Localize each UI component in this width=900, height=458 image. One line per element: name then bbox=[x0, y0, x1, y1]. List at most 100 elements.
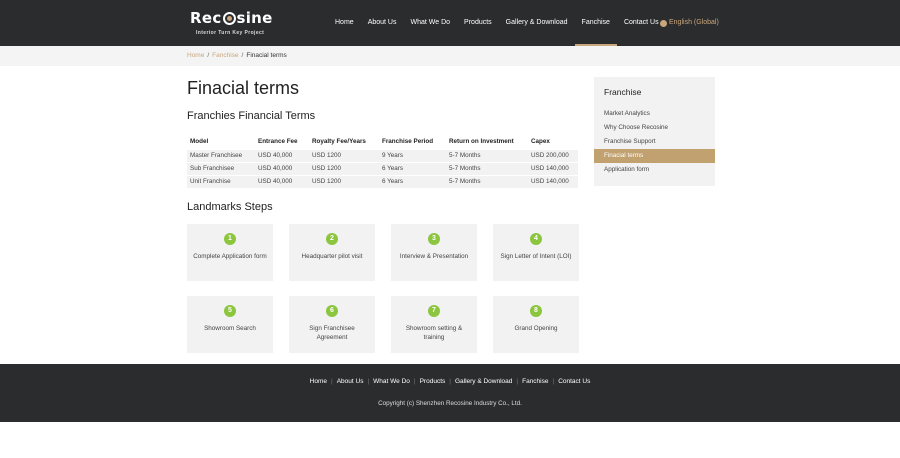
table-cell: 9 Years bbox=[382, 152, 404, 159]
site-header: Rec sine Interior Turn Key Project Home A… bbox=[0, 0, 900, 46]
footer-link-fanchise[interactable]: Fanchise bbox=[522, 378, 548, 385]
franchise-sidebar: Franchise Market Analytics Why Choose Re… bbox=[594, 77, 715, 186]
step-card: 3 Interview & Presentation bbox=[391, 224, 477, 281]
table-cell: USD 1200 bbox=[312, 178, 342, 186]
sidebar-item-application-form[interactable]: Application form bbox=[594, 163, 715, 177]
table-header-row: Model Entrance Fee Royalty Fee/Years Fra… bbox=[187, 134, 578, 149]
table-cell: USD 140,000 bbox=[531, 178, 569, 186]
breadcrumb: Home / Fanchise / Finacial terms bbox=[187, 46, 287, 66]
column-header: Entrance Fee bbox=[258, 137, 298, 145]
footer-separator: | bbox=[552, 378, 555, 385]
page-title: Finacial terms bbox=[187, 78, 300, 98]
table-cell: USD 200,000 bbox=[531, 152, 569, 159]
table-cell: 5-7 Months bbox=[449, 178, 481, 186]
step-card: 7 Showroom setting & training bbox=[391, 296, 477, 353]
column-header: Model bbox=[190, 137, 209, 145]
step-label: Sign Franchisee Agreement bbox=[309, 325, 355, 341]
step-label: Showroom Search bbox=[204, 325, 256, 332]
nav-products[interactable]: Products bbox=[457, 0, 499, 46]
column-header: Capex bbox=[531, 137, 550, 145]
landmarks-steps-heading: Landmarks Steps bbox=[187, 201, 273, 213]
footer-separator: | bbox=[516, 378, 519, 385]
column-header: Return on Investment bbox=[449, 137, 514, 145]
nav-home[interactable]: Home bbox=[328, 0, 361, 46]
footer-link-products[interactable]: Products bbox=[420, 378, 446, 385]
footer-link-what-we-do[interactable]: What We Do bbox=[373, 378, 410, 385]
logo-wordmark: Rec sine bbox=[190, 9, 273, 27]
table-cell: 5-7 Months bbox=[449, 152, 481, 159]
globe-icon bbox=[660, 19, 667, 27]
main-nav: Home About Us What We Do Products Galler… bbox=[328, 0, 666, 46]
table-cell: 6 Years bbox=[382, 178, 404, 186]
step-label: Interview & Presentation bbox=[399, 253, 469, 260]
breadcrumb-separator: / bbox=[207, 52, 210, 59]
table-row: Unit Franchise USD 40,000 USD 1200 6 Yea… bbox=[187, 175, 578, 188]
site-logo[interactable]: Rec sine Interior Turn Key Project bbox=[190, 9, 280, 37]
language-selector[interactable]: English (Global) bbox=[660, 0, 719, 46]
table-cell: USD 40,000 bbox=[258, 152, 293, 159]
step-number-badge: 8 bbox=[530, 305, 542, 317]
table-cell: USD 1200 bbox=[312, 152, 342, 159]
table-row: Sub Franchisee USD 40,000 USD 1200 6 Yea… bbox=[187, 162, 578, 175]
nav-what-we-do[interactable]: What We Do bbox=[403, 0, 457, 46]
step-card: 2 Headquarter pilot visit bbox=[289, 224, 375, 281]
table-cell: Unit Franchise bbox=[190, 178, 231, 186]
table-cell: 5-7 Months bbox=[449, 165, 481, 172]
footer-link-contact-us[interactable]: Contact Us bbox=[558, 378, 590, 385]
table-cell: USD 140,000 bbox=[531, 165, 569, 172]
sidebar-item-market-analytics[interactable]: Market Analytics bbox=[594, 107, 715, 121]
step-label: Sign Letter of Intent (LOI) bbox=[500, 253, 572, 260]
step-label: Grand Opening bbox=[514, 325, 558, 332]
breadcrumb-current: Finacial terms bbox=[246, 52, 287, 59]
logo-o-icon bbox=[222, 12, 236, 25]
step-card: 6 Sign Franchisee Agreement bbox=[289, 296, 375, 353]
step-number-badge: 1 bbox=[224, 233, 236, 245]
table-cell: USD 40,000 bbox=[258, 178, 293, 186]
breadcrumb-fanchise[interactable]: Fanchise bbox=[212, 52, 238, 59]
sidebar-item-franchise-support[interactable]: Franchise Support bbox=[594, 135, 715, 149]
footer-link-home[interactable]: Home bbox=[310, 378, 327, 385]
table-cell: Master Franchisee bbox=[190, 152, 243, 159]
table-cell: USD 40,000 bbox=[258, 165, 293, 172]
step-label: Complete Application form bbox=[193, 253, 267, 260]
nav-contact-us[interactable]: Contact Us bbox=[617, 0, 666, 46]
nav-fanchise[interactable]: Fanchise bbox=[574, 0, 618, 46]
step-label: Showroom setting & training bbox=[405, 325, 463, 341]
nav-about-us[interactable]: About Us bbox=[361, 0, 404, 46]
step-card: 1 Complete Application form bbox=[187, 224, 273, 281]
breadcrumb-home[interactable]: Home bbox=[187, 52, 204, 59]
language-label: English (Global) bbox=[669, 19, 719, 26]
financial-terms-table: Model Entrance Fee Royalty Fee/Years Fra… bbox=[187, 134, 578, 188]
table-cell: 6 Years bbox=[382, 165, 404, 172]
copyright-text: Copyright (c) Shenzhen Recosine Industry… bbox=[378, 400, 522, 407]
step-number-badge: 6 bbox=[326, 305, 338, 317]
footer-separator: | bbox=[367, 378, 370, 385]
step-card: 4 Sign Letter of Intent (LOI) bbox=[493, 224, 579, 281]
footer-link-about-us[interactable]: About Us bbox=[337, 378, 364, 385]
sidebar-title: Franchise bbox=[604, 87, 642, 97]
step-label: Headquarter pilot visit bbox=[301, 253, 363, 260]
footer-separator: | bbox=[413, 378, 416, 385]
sidebar-item-finacial-terms[interactable]: Finacial terms bbox=[594, 149, 715, 163]
table-cell: Sub Franchisee bbox=[190, 165, 235, 172]
table-row: Master Franchisee USD 40,000 USD 1200 9 … bbox=[187, 149, 578, 162]
column-header: Franchise Period bbox=[382, 137, 434, 145]
nav-gallery-download[interactable]: Gallery & Download bbox=[499, 0, 575, 46]
logo-tagline: Interior Turn Key Project bbox=[196, 30, 265, 36]
step-number-badge: 4 bbox=[530, 233, 542, 245]
breadcrumb-bar: Home / Fanchise / Finacial terms bbox=[0, 46, 900, 66]
step-number-badge: 5 bbox=[224, 305, 236, 317]
sidebar-item-why-choose-recosine[interactable]: Why Choose Recosine bbox=[594, 121, 715, 135]
footer-nav: Home | About Us | What We Do | Products | Galler… bbox=[0, 378, 900, 385]
footer-separator: | bbox=[331, 378, 333, 385]
step-number-badge: 2 bbox=[326, 233, 338, 245]
step-number-badge: 7 bbox=[428, 305, 440, 317]
sidebar-menu: Market Analytics Why Choose Recosine Fra… bbox=[594, 107, 715, 177]
step-number-badge: 3 bbox=[428, 233, 440, 245]
footer-link-gallery-download[interactable]: Gallery & Download bbox=[455, 378, 512, 385]
table-cell: USD 1200 bbox=[312, 165, 342, 172]
site-footer: Home | About Us | What We Do | Products | Galler… bbox=[0, 364, 900, 422]
breadcrumb-separator: / bbox=[241, 52, 244, 59]
step-card: 5 Showroom Search bbox=[187, 296, 273, 353]
column-header: Royalty Fee/Years bbox=[312, 137, 366, 145]
